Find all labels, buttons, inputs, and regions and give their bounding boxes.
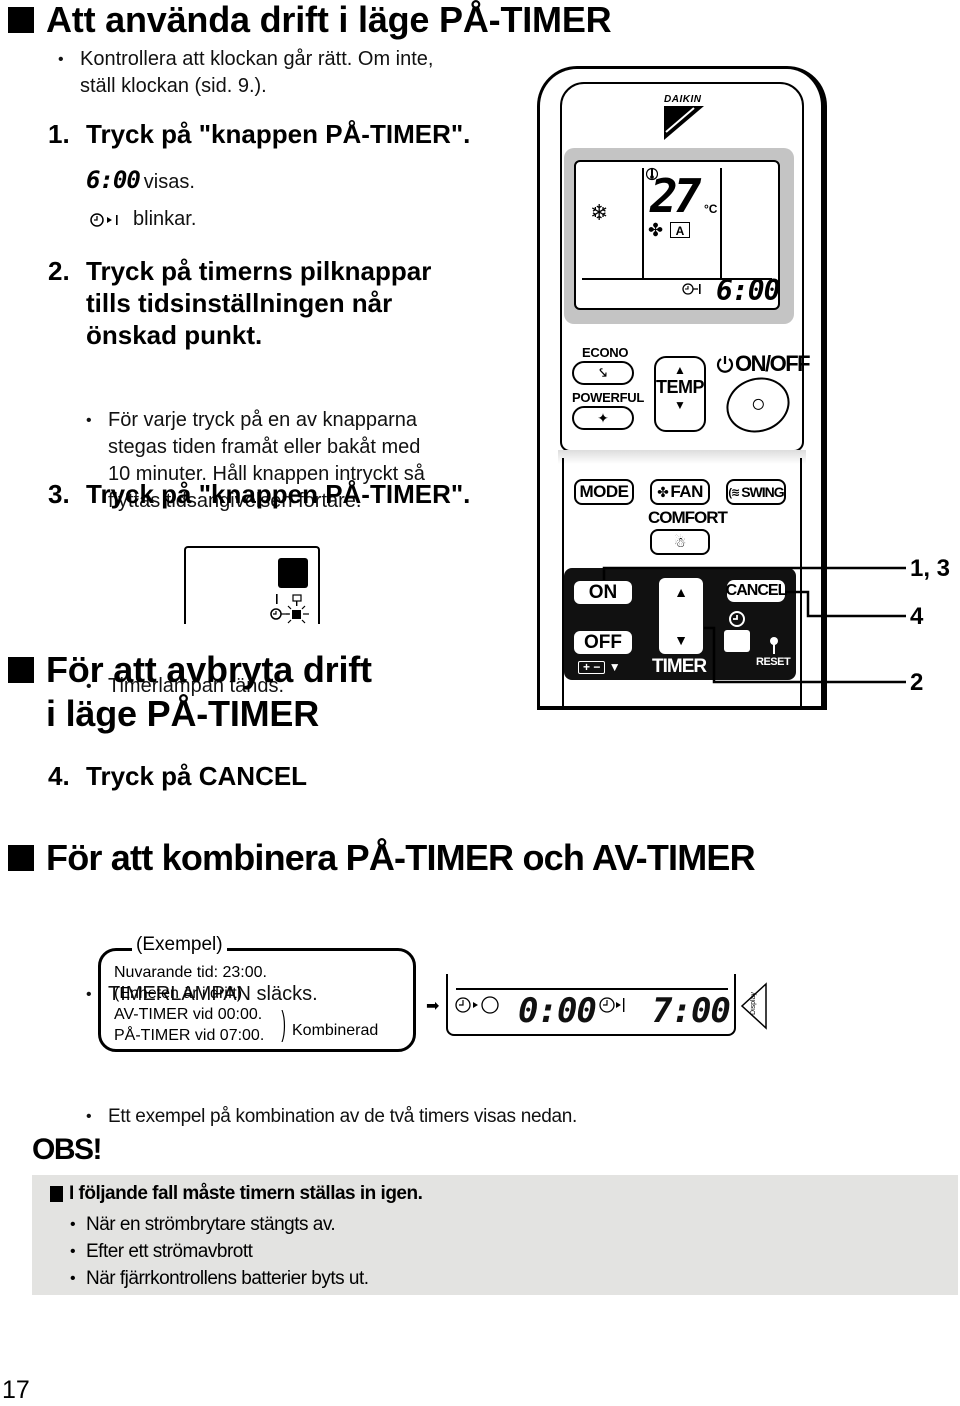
on-off-label: ON/OFF (715, 351, 811, 377)
powerful-icon: ✦ (597, 409, 609, 426)
page-number: 17 (2, 1376, 30, 1404)
obs-heading: I följande fall måste timern ställas in … (50, 1183, 423, 1205)
step-1: 1. Tryck på "knappen PÅ-TIMER". (48, 119, 471, 149)
comfort-label: COMFORT (648, 508, 728, 527)
obs-bullet: När fjärrkontrollens batterier byts ut. (70, 1265, 369, 1292)
indicator-lamp-square (278, 558, 308, 588)
powerful-button[interactable]: ✦ (572, 406, 634, 430)
segment-display-time: 6:00 (86, 166, 141, 194)
mode-button[interactable]: MODE (574, 479, 634, 505)
heading-square-icon (8, 845, 34, 871)
lcd-screen: ❄ 27 °C ✤ A 6:00 (574, 160, 780, 310)
lcd-divider (642, 168, 644, 278)
callout-1-3: 1, 3 (910, 555, 951, 582)
swing-icon: (≋ (728, 486, 740, 499)
timer-lamp-illustration (184, 546, 320, 624)
section-title-on-timer: Att använda drift i läge PÅ-TIMER (8, 0, 612, 40)
step-2: 2. Tryck på timerns pilknappar tills tid… (48, 256, 432, 350)
fan-button[interactable]: ✤ FAN (650, 479, 710, 505)
step-4: 4. Tryck på CANCEL (48, 761, 308, 791)
step-1-display-line: 6:00 visas. (86, 166, 195, 194)
obs-title: OBS! (32, 1133, 103, 1166)
temp-down-arrow-icon[interactable]: ▼ (656, 398, 704, 412)
remote-shadow (558, 450, 806, 464)
power-icon (716, 356, 734, 373)
display-tab-label: Display (750, 992, 757, 1015)
fan-icon: ✤ (657, 483, 669, 500)
daikin-logo-icon (664, 106, 704, 140)
on-timer-icon (682, 283, 701, 295)
lcd-timer-time: 6:00 (716, 274, 780, 307)
combine-bullet: Ett exempel på kombination av de två tim… (86, 1103, 960, 1130)
econo-icon: ⤥ (599, 365, 607, 380)
off-timer-time: 0:00 (518, 991, 597, 1031)
obs-bullet: Efter ett strömavbrott (70, 1238, 369, 1265)
comfort-button[interactable]: ☃ (650, 529, 710, 555)
remote-base-line (537, 706, 827, 710)
heading-square-icon (50, 1186, 63, 1202)
lcd-divider (720, 168, 722, 278)
comfort-icon: ☃ (673, 533, 687, 550)
powerful-label: POWERFUL (572, 390, 644, 405)
fan-auto-indicator: A (670, 222, 690, 238)
lcd-temperature: 27 (650, 169, 701, 223)
callout-2: 2 (910, 669, 924, 696)
section-title-cancel: För att avbryta drift (8, 650, 372, 690)
on-timer-time: 7:00 (652, 991, 731, 1031)
lcd-divider (456, 988, 728, 990)
section-title-cancel-line2: i läge PÅ-TIMER (46, 693, 320, 734)
swing-button[interactable]: (≋ SWING (726, 479, 786, 505)
temp-label: TEMP (656, 377, 705, 397)
lcd-unit: °C (704, 202, 718, 216)
on-timer-icon (599, 997, 625, 1013)
step-1-icon-line: blinkar. (88, 206, 196, 233)
callout-4: 4 (910, 603, 924, 630)
fan-icon: ✤ (648, 220, 664, 240)
obs-bullets: När en strömbrytare stängts av. Efter et… (70, 1211, 369, 1292)
cool-mode-snowflake-icon: ❄ (590, 200, 609, 225)
example-heading: (Exempel) (132, 934, 227, 956)
temp-button[interactable]: ▲ TEMP ▼ (654, 356, 706, 432)
example-lines: Nuvarande tid: 23:00. (Enheten är i drif… (114, 964, 267, 1044)
section-title-combine: För att kombinera PÅ-TIMER och AV-TIMER (8, 838, 756, 878)
obs-bullet: När en strömbrytare stängts av. (70, 1211, 369, 1238)
off-timer-icon (455, 996, 499, 1014)
on-timer-icon (90, 212, 118, 227)
heading-square-icon (8, 7, 34, 33)
timer-lamp-lit-icon (270, 594, 309, 624)
econo-button[interactable]: ⤥ (572, 361, 634, 385)
step-3: 3. Tryck på "knappen PÅ-TIMER". (48, 479, 471, 509)
bracket-icon: ) (281, 1005, 286, 1043)
callout-leader-lines (602, 566, 906, 684)
on-off-indicator (751, 397, 766, 412)
brand-logo-text: DAIKIN (664, 94, 702, 105)
heading-square-icon (8, 657, 34, 683)
arrow-right-icon: ➡ (426, 998, 440, 1015)
econo-label: ECONO (582, 345, 629, 360)
temp-up-arrow-icon[interactable]: ▲ (656, 363, 704, 377)
combined-label: Kombinerad (292, 1022, 379, 1039)
